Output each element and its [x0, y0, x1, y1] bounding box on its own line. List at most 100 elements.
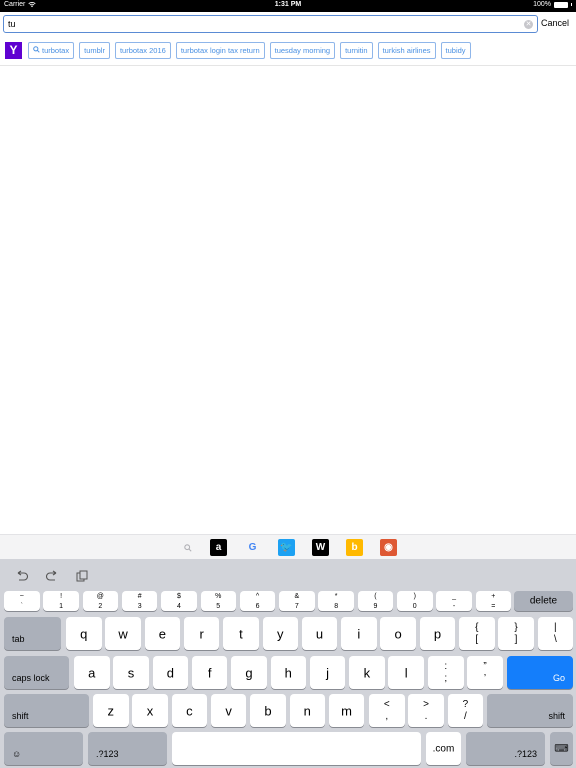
key-s[interactable]: s — [113, 656, 149, 689]
delete-key[interactable]: delete — [514, 591, 573, 611]
key-l[interactable]: l — [388, 656, 424, 689]
key-symbol: 9 — [373, 603, 378, 610]
key-j[interactable]: j — [309, 656, 346, 689]
key-letter: r — [199, 626, 204, 641]
suggestion-chip[interactable]: turbotax — [28, 42, 75, 59]
wikipedia-icon[interactable]: W — [312, 539, 329, 556]
key-=[interactable]: + = — [475, 591, 512, 611]
suggestion-chip[interactable]: turkish airlines — [377, 42, 436, 59]
key-2[interactable]: @2 — [82, 591, 119, 611]
dotcom-key[interactable]: .com — [426, 732, 461, 765]
key-shift-symbol: ! — [60, 593, 63, 600]
key-z[interactable]: z — [93, 694, 129, 727]
key-punct[interactable]: {[ — [459, 617, 495, 650]
paste-icon[interactable] — [75, 570, 89, 582]
key-6[interactable]: ^ 6 — [239, 591, 276, 611]
key-x[interactable]: x — [132, 694, 168, 727]
suggestion-chip[interactable]: turnitin — [340, 42, 373, 59]
key-shift-symbol: ? — [462, 699, 469, 710]
emoji-key[interactable]: ☺ — [4, 732, 83, 765]
key-letter: y — [277, 626, 284, 641]
key-punct[interactable]: ? / — [447, 694, 484, 727]
caps-lock-key[interactable]: caps lock — [4, 656, 69, 689]
key-4[interactable]: $4 — [161, 591, 197, 611]
numbers-key-left[interactable]: .?123 — [88, 732, 167, 765]
search-input[interactable] — [8, 17, 518, 31]
hide-keyboard-key[interactable]: ⌨ — [550, 732, 573, 765]
key-b[interactable]: b — [250, 694, 286, 727]
key-c[interactable]: c — [171, 694, 208, 727]
key-e[interactable]: e — [144, 617, 181, 650]
key-punct[interactable]: }] — [498, 617, 534, 650]
key-o[interactable]: o — [380, 617, 416, 650]
key-symbol: / — [463, 711, 467, 722]
clear-icon[interactable]: ✕ — [524, 20, 533, 29]
key-u[interactable]: u — [301, 617, 338, 650]
key-punct[interactable]: >. — [408, 694, 444, 727]
key-v[interactable]: v — [210, 694, 247, 727]
key-5[interactable]: % 5 — [200, 591, 236, 611]
key-symbol: 7 — [294, 603, 299, 610]
cancel-button[interactable]: Cancel — [541, 18, 569, 28]
suggestion-chip[interactable]: turbotax 2016 — [114, 42, 171, 59]
key-g[interactable]: g — [231, 656, 267, 689]
key-8[interactable]: * 8 — [318, 591, 354, 611]
key-`[interactable]: ~ ` — [4, 591, 40, 611]
key-f[interactable]: f — [191, 656, 228, 689]
key-7[interactable]: & 7 — [279, 591, 315, 611]
key--[interactable]: _ - — [436, 591, 472, 611]
key-punct[interactable]: | \ — [537, 617, 574, 650]
key-a[interactable]: a — [74, 656, 110, 689]
duckduckgo-icon[interactable]: ◉ — [380, 539, 397, 556]
shift-right-key[interactable]: shift — [487, 694, 573, 727]
key-0[interactable]: ) 0 — [397, 591, 433, 611]
go-button[interactable]: Go — [507, 656, 573, 689]
redo-icon[interactable] — [45, 570, 59, 582]
key-i[interactable]: i — [341, 617, 377, 650]
key-letter: e — [158, 626, 166, 641]
key-letter: o — [394, 626, 402, 641]
tab-key[interactable]: tab — [4, 617, 61, 650]
amazon-icon[interactable]: a — [210, 539, 227, 556]
key-q[interactable]: q — [66, 617, 102, 650]
suggestion-chip[interactable]: turbotax login tax return — [175, 42, 265, 59]
keyboard-icon: ⌨ — [554, 743, 569, 754]
key-punct[interactable]: <, — [369, 694, 405, 727]
key-punct[interactable]: :; — [428, 656, 464, 689]
numbers-label: .?123 — [96, 749, 119, 759]
key-k[interactable]: k — [349, 656, 385, 689]
key-n[interactable]: n — [289, 694, 325, 727]
key-r[interactable]: r — [183, 617, 220, 650]
key-w[interactable]: w — [105, 617, 141, 650]
key-letter: j — [326, 665, 329, 680]
key-h[interactable]: h — [270, 656, 306, 689]
space-bar[interactable] — [172, 732, 421, 765]
key-shift-symbol: _ — [452, 593, 456, 600]
suggestion-chip[interactable]: tubidy — [440, 42, 471, 59]
search-field[interactable]: ✕ — [3, 15, 538, 33]
key-letter: f — [207, 665, 212, 680]
key-letter: g — [245, 665, 253, 680]
yahoo-logo-icon[interactable]: Y — [5, 42, 22, 59]
key-symbol: 6 — [255, 603, 260, 610]
suggestion-chip[interactable]: tumblr — [79, 42, 110, 59]
key-9[interactable]: (9 — [357, 591, 394, 611]
key-t[interactable]: t — [223, 617, 259, 650]
twitter-icon[interactable]: 🐦 — [278, 539, 295, 556]
key-shift-symbol: } — [514, 622, 518, 633]
suggestion-label: turbotax 2016 — [119, 46, 166, 55]
google-icon[interactable]: G — [244, 539, 261, 556]
numbers-key-right[interactable]: .?123 — [466, 732, 545, 765]
key-1[interactable]: ! 1 — [43, 591, 79, 611]
key-d[interactable]: d — [152, 656, 189, 689]
key-3[interactable]: #3 — [121, 591, 158, 611]
key-shift-symbol: { — [475, 622, 479, 633]
key-m[interactable]: m — [328, 694, 365, 727]
undo-icon[interactable] — [15, 570, 29, 582]
key-punct[interactable]: ”’ — [467, 656, 503, 689]
suggestion-chip[interactable]: tuesday morning — [269, 42, 336, 59]
key-y[interactable]: y — [262, 617, 298, 650]
shift-left-key[interactable]: shift — [4, 694, 89, 727]
key-p[interactable]: p — [419, 617, 456, 650]
bing-icon[interactable]: b — [346, 539, 363, 556]
